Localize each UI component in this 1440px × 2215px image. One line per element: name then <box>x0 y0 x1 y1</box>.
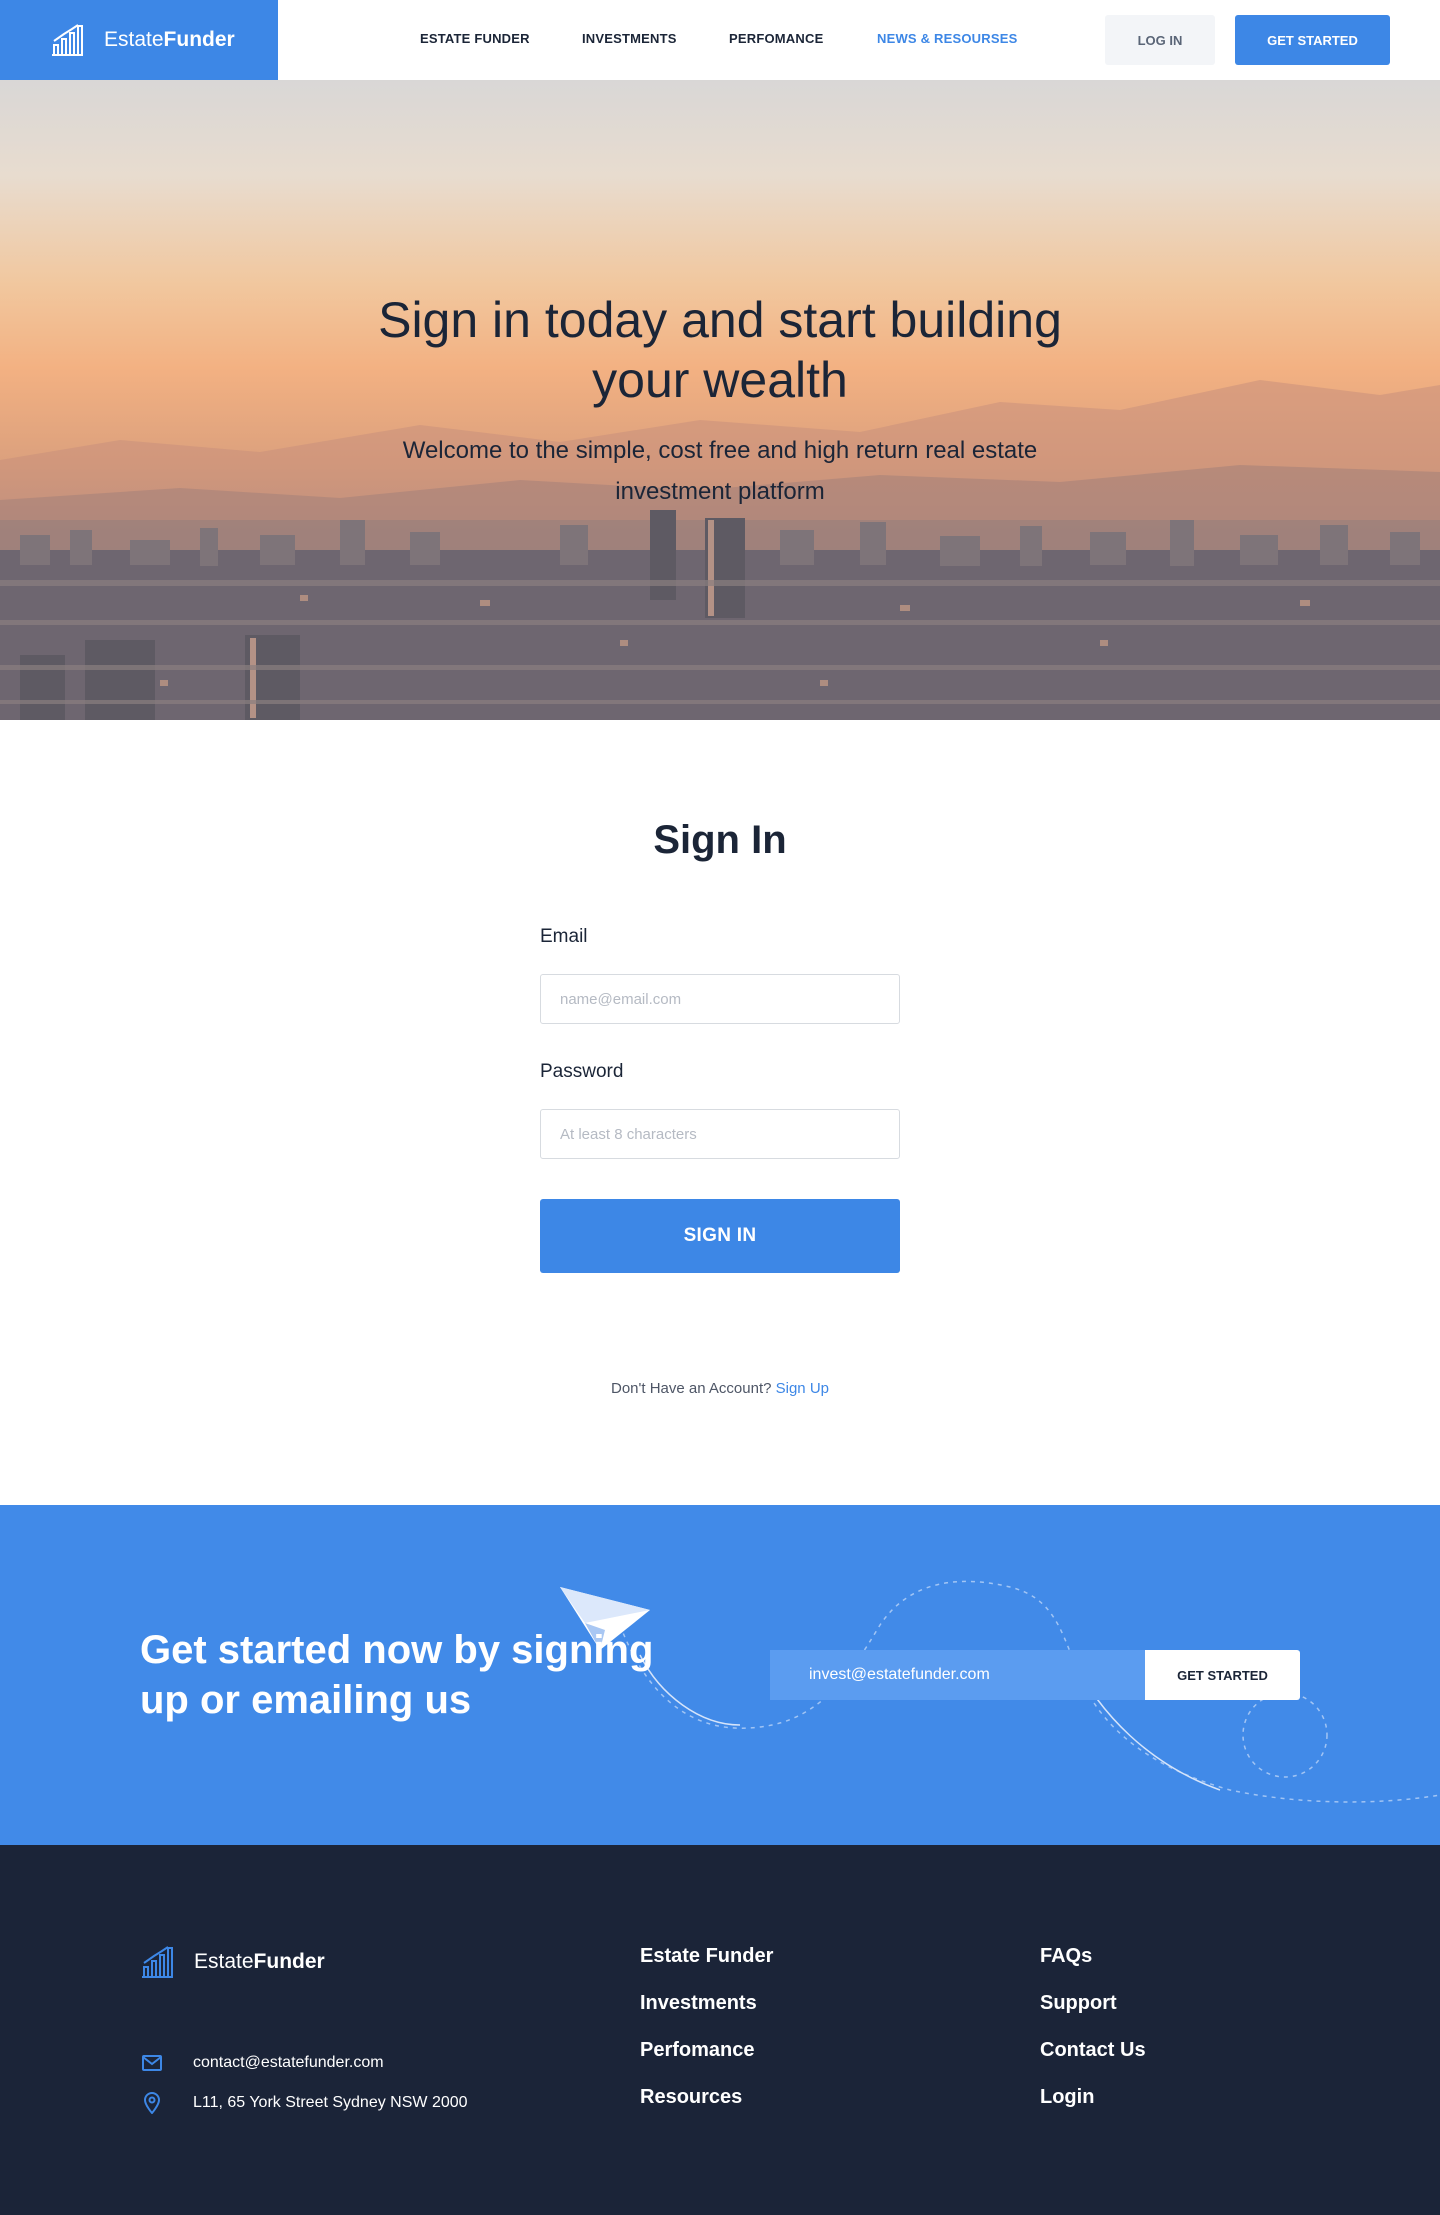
hero-subtitle-line-1: Welcome to the simple, cost free and hig… <box>402 437 1038 464</box>
footer-link-support[interactable]: Support <box>1040 1992 1146 2039</box>
signup-link[interactable]: Sign Up <box>776 1380 829 1397</box>
footer-link-login[interactable]: Login <box>1040 2086 1146 2133</box>
brand-name: EstateFunder <box>104 28 235 51</box>
footer-links-company: Estate Funder Investments Perfomance Res… <box>640 1945 773 2133</box>
map-pin-icon <box>140 2091 164 2115</box>
signup-prompt: Don't Have an Account? Sign Up <box>0 1380 1440 1397</box>
hero-title: Sign in today and start building your we… <box>0 290 1440 410</box>
nav-item-perfomance[interactable]: PERFOMANCE <box>729 31 823 46</box>
footer-link-investments[interactable]: Investments <box>640 1992 773 2039</box>
footer-address: L11, 65 York Street Sydney NSW 2000 <box>140 2091 468 2115</box>
footer-link-estate-funder[interactable]: Estate Funder <box>640 1945 773 1992</box>
site-footer: EstateFunder contact@estatefunder.com L1… <box>0 1845 1440 2215</box>
footer-link-resources[interactable]: Resources <box>640 2086 773 2133</box>
hero-title-line-2: your wealth <box>592 352 848 408</box>
hero-title-line-1: Sign in today and start building <box>378 292 1062 348</box>
get-started-button[interactable]: GET STARTED <box>1235 15 1390 65</box>
footer-link-perfomance[interactable]: Perfomance <box>640 2039 773 2086</box>
footer-brand-name: EstateFunder <box>194 1950 325 1973</box>
footer-address-text: L11, 65 York Street Sydney NSW 2000 <box>193 2094 468 2111</box>
footer-brand-logo[interactable]: EstateFunder <box>140 1945 325 1979</box>
hero-section: Sign in today and start building your we… <box>0 80 1440 720</box>
login-button[interactable]: LOG IN <box>1105 15 1215 65</box>
cta-title-line-1: Get started now by signing <box>140 1628 654 1672</box>
hero-subtitle-line-2: investment platform <box>615 478 825 505</box>
email-field[interactable] <box>540 974 900 1024</box>
cta-title-line-2: up or emailing us <box>140 1678 472 1722</box>
nav-item-investments[interactable]: INVESTMENTS <box>582 31 677 46</box>
cta-email-input[interactable] <box>770 1650 1146 1700</box>
footer-email[interactable]: contact@estatefunder.com <box>140 2051 384 2075</box>
cta-title: Get started now by signing up or emailin… <box>140 1625 653 1725</box>
nav-item-estate-funder[interactable]: ESTATE FUNDER <box>420 31 530 46</box>
hero-subtitle: Welcome to the simple, cost free and hig… <box>0 430 1440 512</box>
footer-link-contact-us[interactable]: Contact Us <box>1040 2039 1146 2086</box>
password-field[interactable] <box>540 1109 900 1159</box>
brand-logo[interactable]: EstateFunder <box>0 0 278 80</box>
password-label: Password <box>540 1061 624 1082</box>
cta-section: Get started now by signing up or emailin… <box>0 1505 1440 1845</box>
site-header: EstateFunder ESTATE FUNDER INVESTMENTS P… <box>0 0 1440 80</box>
no-account-text: Don't Have an Account? <box>610 1380 772 1397</box>
bar-chart-logo-icon <box>142 1946 173 1978</box>
footer-links-help: FAQs Support Contact Us Login <box>1040 1945 1146 2133</box>
cta-get-started-button[interactable]: GET STARTED <box>1145 1650 1300 1700</box>
footer-link-faqs[interactable]: FAQs <box>1040 1945 1146 1992</box>
bar-chart-logo-icon <box>52 24 83 56</box>
email-label: Email <box>540 926 588 947</box>
signin-title: Sign In <box>653 818 787 862</box>
mail-icon <box>140 2051 164 2075</box>
nav-item-news-resources[interactable]: NEWS & RESOURSES <box>877 31 1017 46</box>
footer-email-text: contact@estatefunder.com <box>193 2054 384 2071</box>
signin-button[interactable]: SIGN IN <box>540 1199 900 1273</box>
